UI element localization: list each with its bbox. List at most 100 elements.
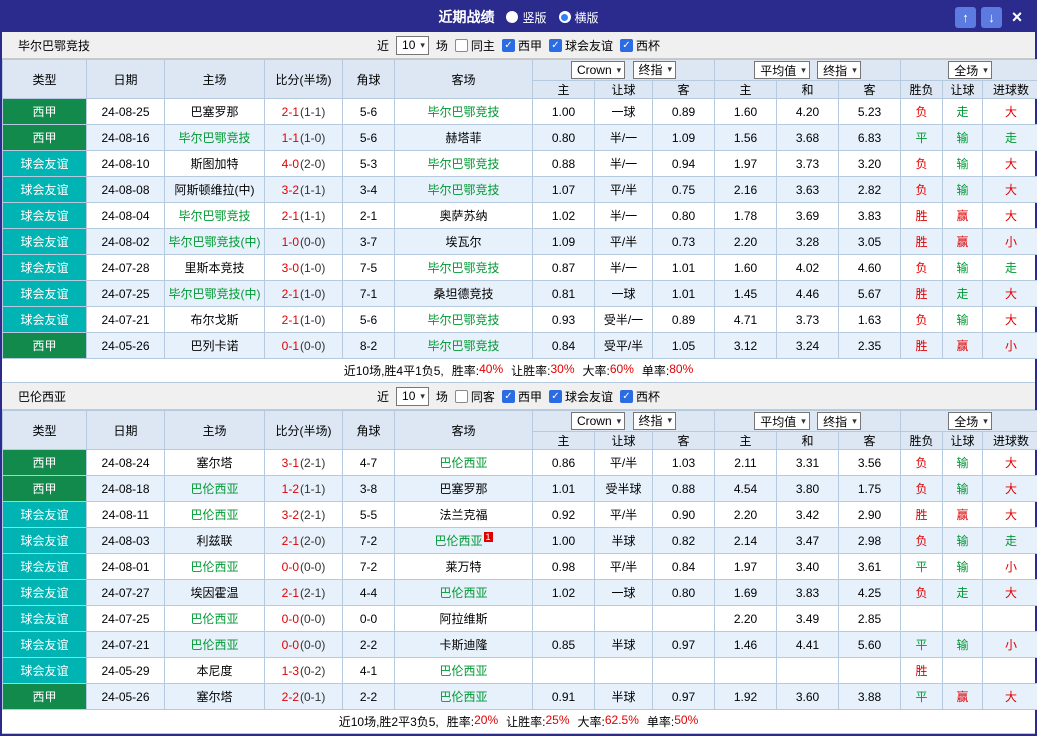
- result-value: 小: [982, 332, 1037, 359]
- match-date: 24-07-25: [86, 280, 165, 307]
- home-team: 利兹联: [164, 527, 265, 554]
- result-value: 负: [900, 449, 944, 476]
- radio-vertical-layout[interactable]: 竖版: [506, 9, 547, 26]
- result-value: 负: [900, 254, 944, 281]
- odds-time-select[interactable]: 终指 ▾: [817, 412, 861, 430]
- odds-value: 1.00: [532, 527, 595, 554]
- competition-type: 球会友谊: [2, 228, 87, 255]
- summary-line: 近10场,胜4平1负5, 胜率: 40% 让胜率: 30% 大率: 60% 单率: 80%: [2, 359, 1035, 383]
- fulltime-score: 4-0: [281, 156, 299, 171]
- competition-type: 西甲: [2, 332, 87, 359]
- team-name: 毕尔巴鄂竞技(中): [168, 235, 261, 249]
- odds-value: 0.88: [652, 475, 715, 502]
- odds-company-select[interactable]: Crown ▾: [570, 61, 626, 80]
- odds-value: 0.86: [532, 449, 595, 476]
- odds-value: 2.20: [714, 605, 777, 632]
- team-name: 法兰克福: [439, 508, 488, 522]
- odds-value: 受半/一: [594, 306, 653, 333]
- match-date: 24-08-03: [86, 527, 165, 554]
- scroll-down-button[interactable]: ↓: [981, 6, 1002, 28]
- competition-filter[interactable]: ✓ 西杯: [619, 37, 660, 54]
- odds-value: 3.31: [776, 449, 839, 476]
- result-value: [942, 657, 984, 684]
- average-odds-select[interactable]: 平均值 ▾: [754, 412, 810, 430]
- fulltime-score: 3-1: [281, 455, 299, 470]
- team-name: 里斯本竞技: [184, 261, 245, 275]
- stat-label: 让胜率:: [511, 364, 551, 378]
- home-team: 巴列卡诺: [164, 332, 265, 359]
- halftime-score: (2-1): [300, 585, 326, 600]
- result-value: 负: [900, 150, 944, 177]
- radio-horizontal-layout[interactable]: 横版: [558, 9, 599, 26]
- odds-value: 0.91: [532, 683, 595, 710]
- stat-value: 40%: [479, 362, 504, 376]
- subcol-home-odds: 主: [714, 431, 777, 450]
- odds-time-select[interactable]: 终指 ▾: [817, 61, 861, 79]
- match-count-value: 10: [402, 389, 416, 403]
- period-select[interactable]: 全场 ▾: [948, 412, 992, 430]
- games-label: 场: [435, 38, 448, 53]
- score-cell: 3-2(2-1): [264, 501, 343, 528]
- match-count-select[interactable]: 10 ▾: [396, 35, 429, 55]
- odds-value: 0.94: [652, 150, 715, 177]
- stat-label: 胜率:: [446, 715, 475, 729]
- result-value: 大: [982, 150, 1037, 177]
- match-date: 24-05-29: [86, 657, 165, 684]
- result-value: 走: [982, 527, 1037, 554]
- match-date: 24-08-18: [86, 475, 165, 502]
- same-venue-filter[interactable]: 同客: [454, 388, 495, 405]
- europe-odds-group: 平均值 ▾ 终指 ▾: [713, 410, 902, 432]
- result-value: 输: [942, 553, 984, 580]
- odds-value: 2.82: [837, 176, 902, 203]
- odds-value: 0.90: [652, 501, 715, 528]
- odds-value: 4.41: [776, 631, 839, 658]
- radio-icon: [506, 11, 519, 23]
- subcol-goals: 进球数: [982, 431, 1037, 450]
- odds-value: 1.09: [532, 228, 595, 255]
- team-name: 阿斯顿维拉(中): [174, 183, 255, 197]
- score-cell: 0-1(0-0): [264, 332, 343, 359]
- team-name: 桑坦德竞技: [433, 287, 494, 301]
- period-select[interactable]: 全场 ▾: [948, 61, 992, 79]
- away-team: 毕尔巴鄂竞技: [394, 332, 533, 359]
- competition-filter[interactable]: ✓ 西甲: [501, 37, 542, 54]
- odds-value: 1.01: [652, 280, 715, 307]
- match-count-select[interactable]: 10 ▾: [396, 386, 429, 406]
- same-venue-filter[interactable]: 同主: [454, 37, 495, 54]
- fulltime-score: 0-0: [281, 611, 299, 626]
- odds-value: 1.69: [714, 579, 777, 606]
- halftime-score: (1-0): [300, 260, 326, 275]
- subcol-away-odds: 客: [652, 80, 715, 99]
- chevron-down-icon: ▾: [420, 390, 425, 401]
- summary-prefix: 近10场,胜4平1负5,: [343, 364, 444, 378]
- home-team: 里斯本竞技: [164, 254, 265, 281]
- score-cell: 2-1(1-1): [264, 98, 343, 125]
- result-value: 输: [942, 527, 984, 554]
- away-team: 巴伦西亚: [394, 657, 533, 684]
- odds-value: 半/一: [594, 124, 653, 151]
- odds-time-select[interactable]: 终指 ▾: [632, 411, 677, 430]
- result-value: [982, 605, 1037, 632]
- odds-value: 0.89: [652, 98, 715, 125]
- odds-value: 3.80: [776, 475, 839, 502]
- stat-label: 大率:: [582, 364, 610, 378]
- odds-value: 2.16: [714, 176, 777, 203]
- average-odds-select[interactable]: 平均值 ▾: [754, 61, 810, 79]
- corner-score: 4-1: [342, 657, 395, 684]
- competition-filter[interactable]: ✓ 球会友谊: [548, 388, 613, 405]
- match-date: 24-08-08: [86, 176, 165, 203]
- scroll-up-button[interactable]: ↑: [955, 6, 976, 28]
- close-icon[interactable]: ×: [1007, 7, 1027, 27]
- filter-label: 同主: [470, 38, 495, 53]
- odds-time-select[interactable]: 终指 ▾: [632, 60, 677, 79]
- competition-filter[interactable]: ✓ 西甲: [501, 388, 542, 405]
- odds-value: [652, 605, 715, 632]
- odds-company-select[interactable]: Crown ▾: [570, 412, 626, 431]
- halftime-score: (0-0): [300, 611, 326, 626]
- competition-filter[interactable]: ✓ 球会友谊: [548, 37, 613, 54]
- score-cell: 2-2(0-1): [264, 683, 343, 710]
- team-section-away: 巴伦西亚 近 10 ▾ 场 同客 ✓ 西甲 ✓ 球会友谊 ✓ 西杯 类型 日期 …: [2, 383, 1037, 734]
- competition-filter[interactable]: ✓ 西杯: [619, 388, 660, 405]
- result-value: 输: [942, 449, 984, 476]
- summary-prefix: 近10场,胜2平3负5,: [338, 715, 439, 729]
